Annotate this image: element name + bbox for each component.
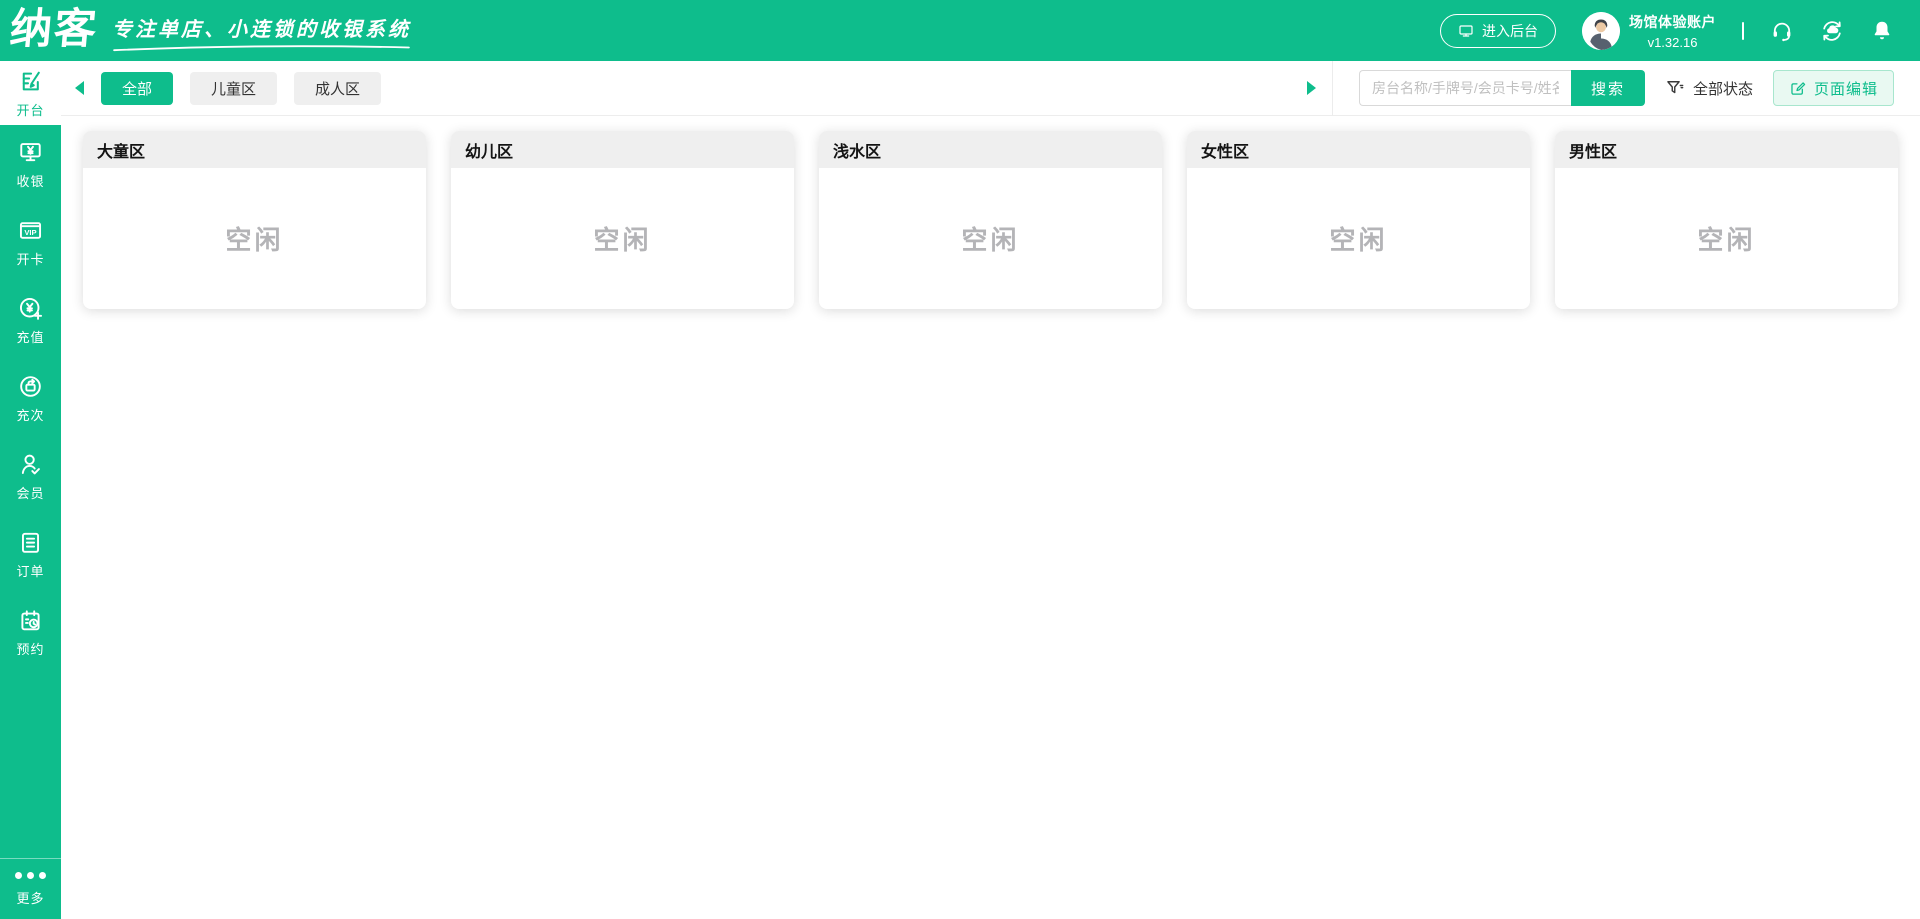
svg-text:VIP: VIP (24, 228, 36, 237)
account-name: 场馆体验账户 (1629, 13, 1716, 30)
tabs-scroll-left-arrow[interactable] (75, 81, 84, 95)
search-button[interactable]: 搜索 (1570, 70, 1645, 106)
header-right: 进入后台 场馆体验账户 v1.32.16 (1440, 11, 1894, 50)
room-card[interactable]: 浅水区 空闲 (819, 131, 1162, 309)
room-title: 男性区 (1555, 131, 1898, 168)
edit-square-icon (1791, 81, 1806, 95)
cloud-sync-icon[interactable] (1820, 19, 1844, 43)
sidebar-item-label: 预约 (16, 641, 45, 657)
room-title: 幼儿区 (451, 131, 794, 168)
sidebar-item-label: 订单 (16, 563, 45, 579)
room-card-body: 空闲 (1187, 168, 1530, 309)
account-text: 场馆体验账户 v1.32.16 (1629, 12, 1716, 50)
brand: 纳客 专注单店、小连锁的收银系统 (8, 5, 411, 53)
tab-all[interactable]: 全部 (101, 71, 174, 105)
tagline-underline-swoosh (113, 45, 410, 52)
main-area: 全部 儿童区 成人区 搜索 全部状态 (61, 60, 1920, 919)
bell-icon[interactable] (1870, 19, 1894, 43)
toolbar-right: 搜索 全部状态 页面编辑 (1331, 60, 1894, 116)
app-version: v1.32.16 (1647, 34, 1698, 50)
tab-adult-area[interactable]: 成人区 (294, 71, 382, 105)
room-card[interactable]: 男性区 空闲 (1555, 131, 1898, 309)
enter-backend-label: 进入后台 (1482, 22, 1538, 39)
monitor-icon (1459, 24, 1473, 37)
account-info: 场馆体验账户 v1.32.16 (1582, 11, 1716, 50)
room-card-body: 空闲 (451, 168, 794, 309)
tabs-scroll-right-arrow[interactable] (1306, 81, 1316, 95)
status-filter-dropdown[interactable]: 全部状态 (1665, 78, 1753, 99)
room-title: 大童区 (83, 131, 426, 168)
user-avatar-icon[interactable] (1582, 11, 1620, 50)
sidebar-item-reservation[interactable]: 预约 (0, 593, 61, 671)
room-status: 空闲 (1697, 225, 1756, 255)
more-dots-icon (15, 872, 46, 879)
enter-backend-button[interactable]: 进入后台 (1440, 13, 1556, 48)
room-card-body: 空闲 (819, 168, 1162, 309)
search-box: 搜索 (1358, 70, 1645, 106)
orders-icon (22, 532, 39, 553)
room-card-body: 空闲 (83, 168, 426, 309)
open-table-icon (22, 71, 40, 90)
sidebar-item-open-table[interactable]: 开台 (0, 61, 61, 125)
room-card[interactable]: 女性区 空闲 (1187, 131, 1530, 309)
top-header: 纳客 专注单店、小连锁的收银系统 进入后台 场馆体验账户 v1.32.16 (0, 0, 1920, 61)
app-logo: 纳客 (8, 5, 101, 52)
search-input[interactable] (1358, 70, 1571, 106)
status-filter-label: 全部状态 (1692, 80, 1753, 98)
recharge-icon (19, 297, 43, 320)
area-tabs: 全部 儿童区 成人区 (101, 71, 1307, 105)
member-icon (21, 454, 40, 474)
cashier-icon (20, 142, 41, 161)
room-card-grid: 大童区 空闲 幼儿区 空闲 浅水区 空闲 女性区 空闲 男性区 空闲 (61, 116, 1920, 309)
tab-label: 儿童区 (211, 80, 257, 98)
room-card-body: 空闲 (1555, 168, 1898, 309)
app-body: 开台 收银 VIP 开卡 充值 充次 会员 订单 预约 更多 全部 儿童区 成人… (0, 60, 1920, 919)
room-status: 空闲 (225, 225, 284, 255)
sidebar-item-label: 开卡 (16, 251, 45, 267)
room-card[interactable]: 幼儿区 空闲 (451, 131, 794, 309)
vip-card-icon: VIP (19, 221, 42, 239)
sidebar-item-label: 充次 (16, 407, 45, 423)
sidebar-item-label: 充值 (16, 329, 45, 345)
header-divider (1742, 21, 1744, 40)
room-status: 空闲 (593, 225, 652, 255)
tab-children-area[interactable]: 儿童区 (190, 71, 278, 105)
sidebar-item-recharge-times[interactable]: 充次 (0, 359, 61, 437)
sidebar-item-orders[interactable]: 订单 (0, 515, 61, 593)
tagline-wrap: 专注单店、小连锁的收银系统 (112, 13, 411, 53)
customer-service-icon[interactable] (1770, 19, 1794, 43)
sidebar-item-recharge[interactable]: 充值 (0, 281, 61, 359)
page-edit-button[interactable]: 页面编辑 (1772, 70, 1894, 106)
room-title: 女性区 (1187, 131, 1530, 168)
app-tagline: 专注单店、小连锁的收银系统 (112, 19, 412, 41)
reservation-icon (21, 609, 40, 630)
sidebar-more-label: 更多 (16, 891, 45, 906)
room-status: 空闲 (1329, 225, 1388, 255)
sidebar-item-vip-card[interactable]: VIP 开卡 (0, 203, 61, 281)
sidebar-item-label: 开台 (16, 102, 45, 118)
tab-label: 全部 (122, 80, 153, 98)
sidebar-item-cashier[interactable]: 收银 (0, 125, 61, 203)
sidebar-item-label: 会员 (16, 485, 45, 501)
page-edit-label: 页面编辑 (1813, 80, 1878, 98)
sidebar-item-member[interactable]: 会员 (0, 437, 61, 515)
recharge-times-icon (20, 375, 41, 397)
tab-label: 成人区 (315, 80, 361, 98)
sidebar-item-label: 收银 (16, 173, 45, 189)
filter-funnel-icon (1667, 81, 1684, 94)
room-title: 浅水区 (819, 131, 1162, 168)
sidebar-nav: 开台 收银 VIP 开卡 充值 充次 会员 订单 预约 更多 (0, 61, 61, 919)
sidebar-more-button[interactable]: 更多 (0, 858, 61, 919)
room-card[interactable]: 大童区 空闲 (83, 131, 426, 309)
toolbar: 全部 儿童区 成人区 搜索 全部状态 (61, 60, 1920, 116)
room-status: 空闲 (961, 225, 1020, 255)
